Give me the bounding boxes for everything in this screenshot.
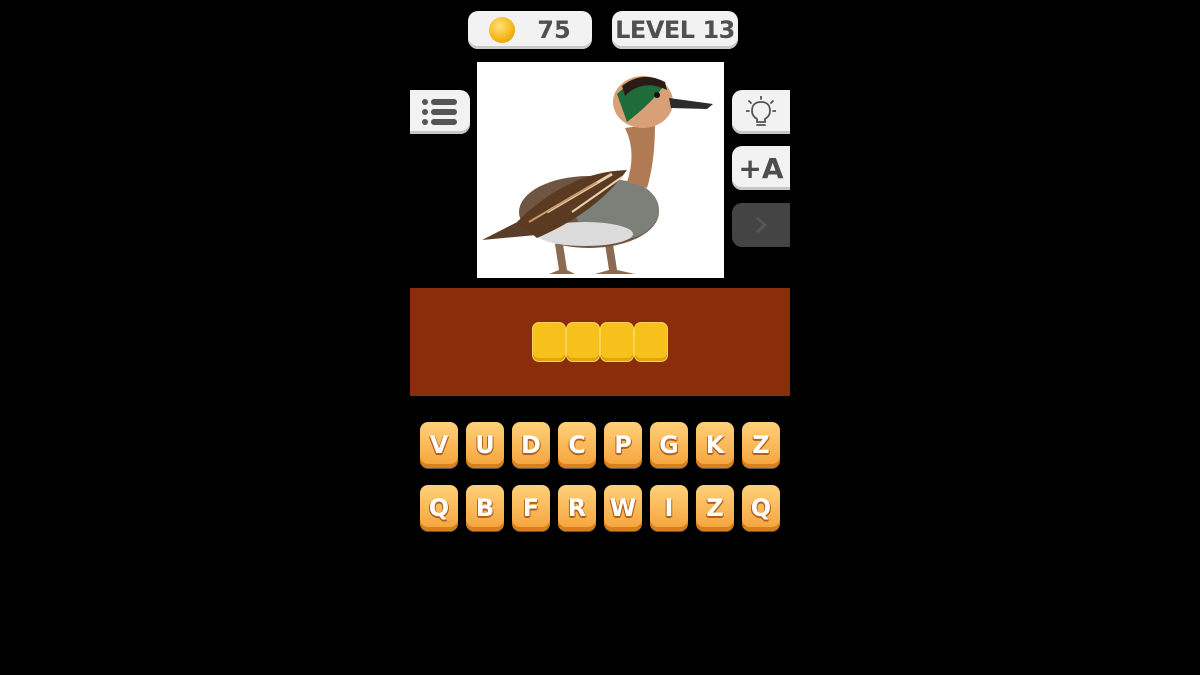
arrow-right-icon <box>756 216 768 234</box>
letter-key[interactable]: R <box>558 485 596 531</box>
coin-counter: 75 <box>468 11 592 49</box>
reveal-letter-button[interactable]: +A <box>732 146 790 190</box>
keyboard-row-1: V U D C P G K Z <box>420 422 780 468</box>
letter-key[interactable]: Z <box>742 422 780 468</box>
level-label: LEVEL 13 <box>615 16 735 44</box>
duck-image <box>482 76 713 274</box>
letter-key[interactable]: V <box>420 422 458 468</box>
letter-key[interactable]: K <box>696 422 734 468</box>
answer-slot[interactable] <box>567 323 599 361</box>
letter-key[interactable]: P <box>604 422 642 468</box>
letter-keyboard: V U D C P G K Z Q B F R W I Z Q <box>420 422 780 548</box>
letter-key[interactable]: I <box>650 485 688 531</box>
answer-slot[interactable] <box>533 323 565 361</box>
letter-key[interactable]: F <box>512 485 550 531</box>
letter-key[interactable]: U <box>466 422 504 468</box>
coin-count: 75 <box>537 16 571 44</box>
hint-button[interactable] <box>732 90 790 134</box>
skip-button[interactable] <box>732 203 790 247</box>
letter-key[interactable]: Q <box>420 485 458 531</box>
letter-key[interactable]: D <box>512 422 550 468</box>
letter-key[interactable]: Z <box>696 485 734 531</box>
answer-slot[interactable] <box>601 323 633 361</box>
lightbulb-icon <box>746 96 776 126</box>
keyboard-row-2: Q B F R W I Z Q <box>420 485 780 531</box>
coin-icon <box>489 17 516 43</box>
list-icon <box>422 99 457 125</box>
letter-key[interactable]: W <box>604 485 642 531</box>
reveal-letter-label: +A <box>738 151 784 185</box>
puzzle-image <box>477 62 724 278</box>
menu-button[interactable] <box>410 90 470 134</box>
answer-slot[interactable] <box>635 323 667 361</box>
game-screen: 75 LEVEL 13 +A V U D C P G K Z Q B F R W… <box>0 0 1200 675</box>
letter-key[interactable]: C <box>558 422 596 468</box>
letter-key[interactable]: G <box>650 422 688 468</box>
letter-key[interactable]: Q <box>742 485 780 531</box>
level-indicator: LEVEL 13 <box>612 11 738 49</box>
letter-key[interactable]: B <box>466 485 504 531</box>
answer-panel <box>410 288 790 396</box>
